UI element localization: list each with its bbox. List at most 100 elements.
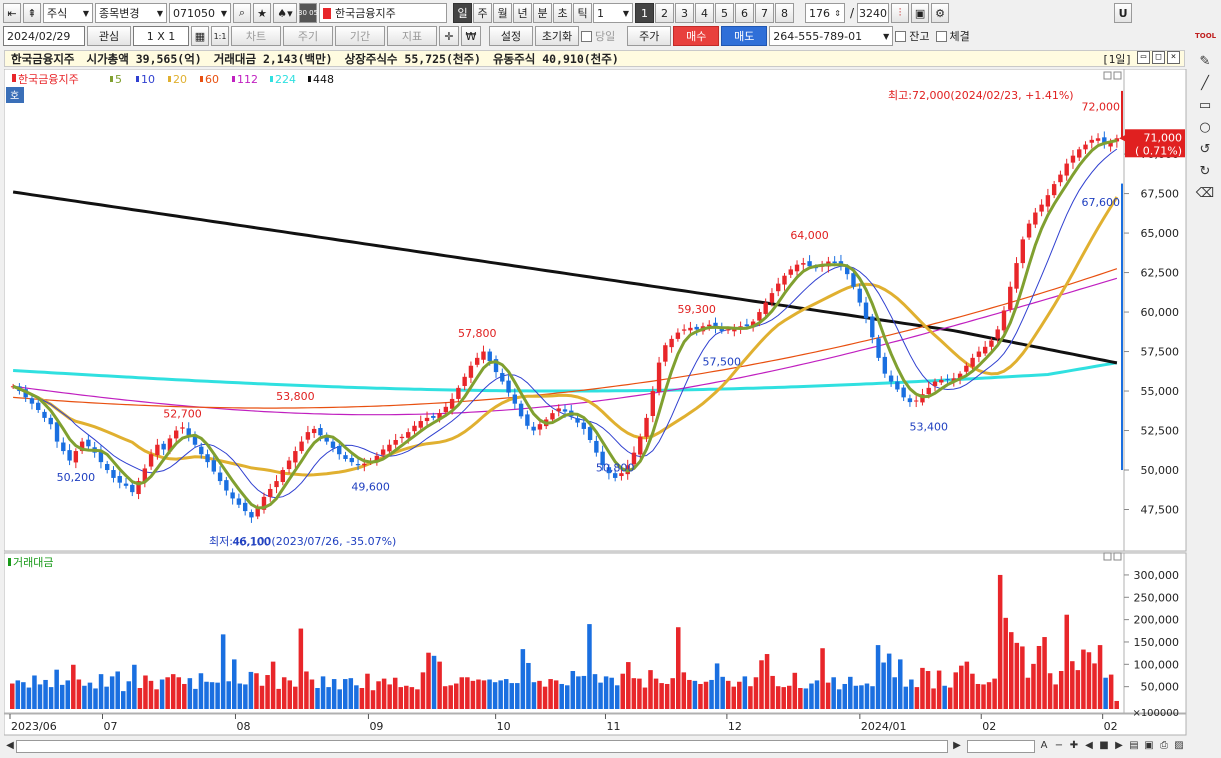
print-icon[interactable]: ⎙ [1158,740,1170,752]
image-icon[interactable]: ▨ [1173,740,1185,752]
period-tab-5[interactable]: 초 [553,3,572,23]
volume-tick-label: 150,000 [1134,636,1180,649]
interval-select[interactable]: 1 ▼ [593,3,633,23]
buy-button[interactable]: 매수 [673,26,720,46]
volume-bar [243,684,248,709]
sell-button[interactable]: 매도 [721,26,768,46]
volume-bar [559,683,564,709]
reset-button[interactable]: 초기화 [535,26,579,46]
pin-icon[interactable]: ⇤ [3,3,21,23]
volume-bar [309,679,315,709]
page-button-5[interactable]: 6 [735,3,754,23]
redo-icon[interactable]: ↻ [1195,164,1215,182]
stock-code-input[interactable]: 071050 ▼ [169,3,231,23]
account-select[interactable]: 264-555-789-01 ▼ [769,26,894,46]
indicator-menu-button[interactable]: 지표 [387,26,437,46]
page-button-6[interactable]: 7 [755,3,774,23]
filled-checkbox[interactable]: 체결 [935,28,970,44]
upload-icon[interactable]: ⇞ [23,3,41,23]
page-button-7[interactable]: 8 [775,3,794,23]
stock-name-field[interactable]: 한국금융지주 [319,3,447,23]
period-tab-1[interactable]: 주 [473,3,492,23]
period-tab-0[interactable]: 일 [453,3,472,23]
zoom-a-icon[interactable]: A [1038,740,1050,752]
period-tab-3[interactable]: 년 [513,3,532,23]
horizontal-scrollbar[interactable] [16,739,948,753]
period-tab-2[interactable]: 월 [493,3,512,23]
maximize-icon[interactable]: □ [1152,51,1165,64]
won-button[interactable]: ₩ [461,26,481,46]
price-chart[interactable]: 47,500 50,000 52,500 55,000 57,500 60,000 62,5… [4,69,1187,737]
balance-checkbox[interactable]: 잔고 [895,28,930,44]
volume-bar [15,680,21,709]
zoom-out-icon[interactable]: − [1053,740,1065,752]
save-icon[interactable]: ▣ [911,3,930,23]
period-menu-button[interactable]: 주기 [283,26,333,46]
main-toolbar: ⇤ ⇞ 주식 ▼ 종목변경 ▼ 071050 ▼ ⌕ ★ ♠▾ 30 05 한국금융지… [0,2,1221,24]
search-icon[interactable]: ⌕ [233,3,251,23]
volume-bar [947,687,953,709]
volume-bar [98,674,104,709]
count-stepper[interactable]: 176 ⇕ [805,3,845,23]
spade-menu-icon[interactable]: ♠▾ [273,3,297,23]
scroll-right-icon[interactable]: ▶ [951,740,963,752]
period-tab-6[interactable]: 틱 [573,3,592,23]
page-button-3[interactable]: 4 [695,3,714,23]
page-button-4[interactable]: 5 [715,3,734,23]
volume-bar [320,676,326,709]
volume-legend-marker [8,558,11,566]
minimize-icon[interactable]: ▭ [1137,51,1150,64]
pencil-icon[interactable]: ✎ [1195,54,1215,72]
crosshair-icon[interactable]: ✛ [439,26,459,46]
last-change-label: ( 0.71%) [1135,144,1182,157]
volume-bar [1086,652,1092,709]
setup-button[interactable]: 설정 [489,26,533,46]
change-stock-select[interactable]: 종목변경 ▼ [95,3,167,23]
chart-menu-button[interactable]: 차트 [231,26,281,46]
candle-body [776,283,781,292]
calendar-icon[interactable]: ▦ [191,26,209,46]
page-button-2[interactable]: 3 [675,3,694,23]
volume-bar [753,677,759,709]
candle-type-icon[interactable]: ⫶ [891,3,910,23]
close-icon[interactable]: × [1167,51,1180,64]
date-field[interactable]: 2024/02/29 [3,26,85,46]
candle-body [61,442,66,452]
volume-bar [1064,614,1070,709]
rectangle-tool-icon[interactable]: ▭ [1195,98,1215,116]
zoom-slider[interactable] [967,739,1035,753]
price-button[interactable]: 주가 [627,26,672,46]
candle-body [1089,139,1094,143]
page-button-1[interactable]: 2 [655,3,674,23]
volume-bar [581,675,587,709]
line-tool-icon[interactable]: ╱ [1195,76,1215,94]
watch-button[interactable]: 관심 [87,26,131,46]
volume-bar [709,679,714,709]
eraser-icon[interactable]: ⌫ [1195,186,1215,204]
layout-field[interactable]: 1 X 1 [133,26,189,46]
excel-icon[interactable]: ▤ [1128,740,1140,752]
play-prev-icon[interactable]: ◀ [1083,740,1095,752]
circle-tool-icon[interactable]: ○ [1195,120,1215,138]
range-menu-button[interactable]: 기간 [335,26,385,46]
volume-bar [553,680,559,709]
favorite-star-icon[interactable]: ★ [253,3,271,23]
market-select[interactable]: 주식 ▼ [43,3,93,23]
play-next-icon[interactable]: ▶ [1113,740,1125,752]
period-tab-4[interactable]: 분 [533,3,552,23]
zoom-in-icon[interactable]: ✚ [1068,740,1080,752]
page-button-0[interactable]: 1 [635,3,654,23]
candle-body [895,381,900,390]
save-chart-icon[interactable]: ▣ [1143,740,1155,752]
volume-bar [925,671,931,709]
u-button[interactable]: U [1114,3,1133,23]
stop-icon[interactable]: ■ [1098,740,1110,752]
price-tick-label: 47,500 [1141,504,1180,517]
scroll-left-icon[interactable]: ◀ [4,740,16,752]
candle-body [550,413,555,420]
today-checkbox[interactable]: 당일 [581,28,615,44]
undo-icon[interactable]: ↺ [1195,142,1215,160]
gear-icon[interactable]: ⚙ [931,3,950,23]
one-to-one-button[interactable]: 1:1 [211,26,229,46]
volume-bar [659,683,664,709]
